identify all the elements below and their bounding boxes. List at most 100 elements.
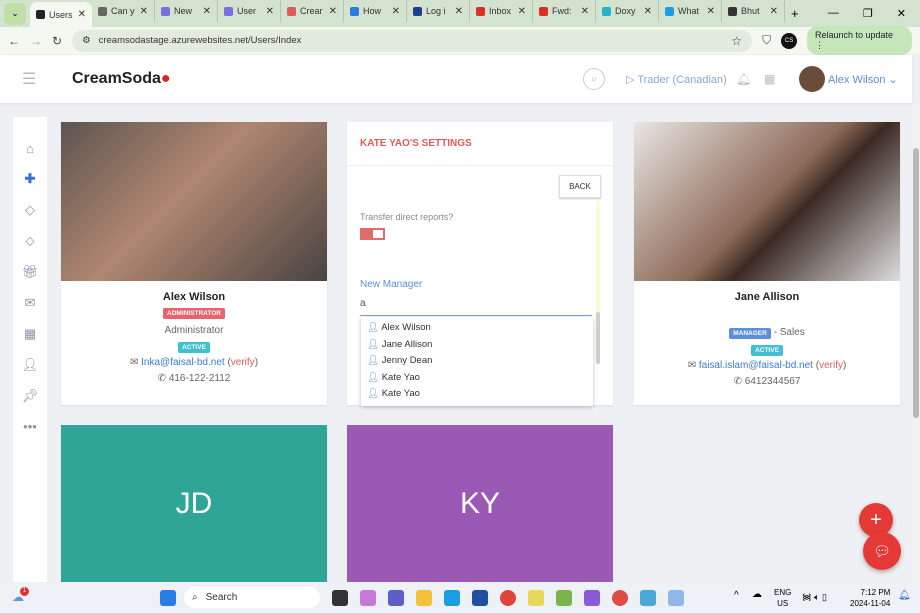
user-card[interactable]: Jane Allison MANAGER - Sales ACTIVE ✉ fa… xyxy=(634,122,900,405)
plus-icon[interactable]: ✚ xyxy=(25,171,36,187)
extension-icon[interactable]: ⛉ xyxy=(762,33,771,48)
taskbar-search[interactable]: ⌕ Search xyxy=(184,587,320,608)
email-link[interactable]: faisal.islam@faisal-bd.net xyxy=(699,360,813,371)
calendar-icon[interactable]: ▦ xyxy=(24,326,36,342)
user-card[interactable]: Alex Wilson ADMINISTRATOR Administrator … xyxy=(61,122,327,405)
mail-icon[interactable]: ✉ xyxy=(25,295,36,311)
close-tab-icon[interactable]: ✕ xyxy=(770,6,778,17)
clock[interactable]: 7:12 PM 2024-11-04 xyxy=(850,587,890,609)
pin-icon[interactable]: 📌︎ xyxy=(22,388,39,404)
minimize-button[interactable]: — xyxy=(828,7,839,20)
close-window-button[interactable]: ✕ xyxy=(897,7,906,20)
bookmark-star-icon[interactable]: ☆ xyxy=(731,34,742,48)
edge-icon[interactable] xyxy=(444,590,460,606)
url-text: creamsodastage.azurewebsites.net/Users/I… xyxy=(98,35,302,46)
bell-icon[interactable]: 🔔︎ xyxy=(736,72,751,86)
scrollbar-thumb[interactable] xyxy=(596,312,600,364)
close-tab-icon[interactable]: ✕ xyxy=(266,6,274,17)
profile-avatar[interactable]: CS xyxy=(781,32,797,49)
user-card-initials[interactable]: JD xyxy=(61,425,327,582)
user-card-initials[interactable]: KY xyxy=(347,425,613,582)
task-view-icon[interactable] xyxy=(332,590,348,606)
site-info-icon[interactable]: ⚙ xyxy=(82,35,91,46)
maximize-button[interactable]: ❐ xyxy=(863,7,873,20)
notification-bell-icon[interactable]: 🔔︎ xyxy=(898,590,911,601)
logo[interactable]: CreamSoda● xyxy=(72,70,171,88)
browser-tab[interactable]: Inbox ✕ xyxy=(470,0,533,22)
browser-tab[interactable]: Users ✕ xyxy=(30,2,92,27)
app-icon[interactable] xyxy=(528,590,544,606)
search-icon[interactable]: ⌕ xyxy=(583,68,605,90)
tab-search-button[interactable]: ⌄ xyxy=(4,2,26,25)
transfer-toggle[interactable] xyxy=(360,228,385,240)
reload-icon[interactable]: ↻ xyxy=(52,34,62,48)
browser-tab[interactable]: Doxy ✕ xyxy=(596,0,659,22)
close-tab-icon[interactable]: ✕ xyxy=(78,9,86,20)
browser-tab[interactable]: New ✕ xyxy=(155,0,218,22)
app-icon[interactable] xyxy=(556,590,572,606)
close-tab-icon[interactable]: ✕ xyxy=(518,6,526,17)
close-tab-icon[interactable]: ✕ xyxy=(203,6,211,17)
user-icon[interactable]: 👤︎ xyxy=(22,357,39,373)
user-menu[interactable]: Alex Wilson ⌄ xyxy=(828,73,898,86)
more-icon[interactable]: ••• xyxy=(23,419,37,434)
language-indicator[interactable]: ENG US xyxy=(774,587,791,609)
calendar-icon[interactable]: ▦ xyxy=(764,72,775,86)
browser-tab[interactable]: User ✕ xyxy=(218,0,281,22)
verify-link[interactable]: verify xyxy=(819,360,843,371)
new-manager-input[interactable]: a xyxy=(360,298,592,316)
onedrive-icon[interactable]: ☁ xyxy=(752,589,762,600)
file-explorer-icon[interactable] xyxy=(416,590,432,606)
gift-icon[interactable]: 🎁︎ xyxy=(22,264,39,280)
close-tab-icon[interactable]: ✕ xyxy=(644,6,652,17)
close-tab-icon[interactable]: ✕ xyxy=(581,6,589,17)
suggestion-item[interactable]: 👤︎ Kate Yao xyxy=(361,370,593,387)
copilot-icon[interactable] xyxy=(360,590,376,606)
suggestion-item[interactable]: 👤︎ Jenny Dean xyxy=(361,353,593,370)
chrome-icon[interactable] xyxy=(500,590,516,606)
browser-tab[interactable]: Bhut ✕ xyxy=(722,0,785,22)
snipping-tool-icon[interactable] xyxy=(668,590,684,606)
browser-tab[interactable]: What ✕ xyxy=(659,0,722,22)
close-tab-icon[interactable]: ✕ xyxy=(329,6,337,17)
tab-label: Log i xyxy=(426,6,446,16)
store-icon[interactable] xyxy=(472,590,488,606)
app-icon[interactable] xyxy=(640,590,656,606)
suggestion-item[interactable]: 👤︎ Jane Allison xyxy=(361,337,593,354)
back-icon[interactable]: ← xyxy=(8,34,20,48)
forward-icon[interactable]: → xyxy=(30,34,42,48)
search-icon: ⌕ xyxy=(192,592,198,603)
browser-tab[interactable]: Log i ✕ xyxy=(407,0,470,22)
diamond-icon[interactable]: ◇ xyxy=(25,202,35,218)
role-text: Administrator xyxy=(164,325,224,336)
browser-tab[interactable]: How ✕ xyxy=(344,0,407,22)
visual-studio-icon[interactable] xyxy=(584,590,600,606)
close-tab-icon[interactable]: ✕ xyxy=(455,6,463,17)
home-icon[interactable]: ⌂ xyxy=(26,141,34,156)
chat-fab-button[interactable]: 💬︎ xyxy=(863,532,901,570)
hamburger-menu-icon[interactable]: ☰ xyxy=(22,69,36,89)
close-tab-icon[interactable]: ✕ xyxy=(392,6,400,17)
browser-tab[interactable]: Fwd: ✕ xyxy=(533,0,596,22)
page-scrollbar[interactable] xyxy=(912,103,920,582)
email-link[interactable]: Inka@faisal-bd.net xyxy=(141,357,225,368)
suggestion-item[interactable]: 👤︎ Alex Wilson xyxy=(361,320,593,337)
close-tab-icon[interactable]: ✕ xyxy=(140,6,148,17)
user-avatar[interactable] xyxy=(799,66,825,92)
close-tab-icon[interactable]: ✕ xyxy=(707,6,715,17)
role-switcher[interactable]: ▷ Trader (Canadian) xyxy=(626,73,727,86)
url-input[interactable]: ⚙ creamsodastage.azurewebsites.net/Users/… xyxy=(72,29,753,52)
tray-chevron-icon[interactable]: ^ xyxy=(734,590,739,601)
tag-icon[interactable]: ⬦ xyxy=(25,233,34,249)
browser-tab[interactable]: Can y ✕ xyxy=(92,0,155,22)
app-icon[interactable] xyxy=(612,590,628,606)
browser-tab[interactable]: Crear ✕ xyxy=(281,0,344,22)
wifi-volume-battery-icon[interactable]: ᯼ 🔈︎ ▯ xyxy=(802,590,827,603)
suggestion-item[interactable]: 👤︎ Kate Yao xyxy=(361,386,593,403)
new-tab-button[interactable]: + xyxy=(791,6,799,21)
teams-icon[interactable] xyxy=(388,590,404,606)
back-button[interactable]: BACK xyxy=(559,175,601,198)
start-icon[interactable] xyxy=(160,590,176,606)
verify-link[interactable]: verify xyxy=(231,357,255,368)
relaunch-button[interactable]: Relaunch to update ⋮ xyxy=(806,26,912,55)
